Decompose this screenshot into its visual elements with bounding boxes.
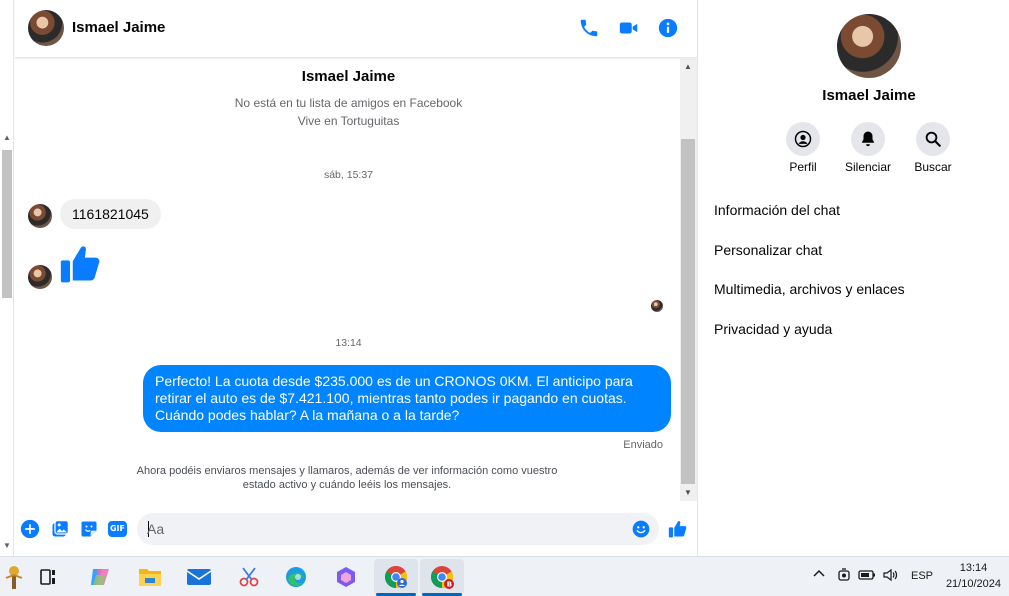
clock-date: 21/10/2024 — [945, 578, 1001, 590]
chat-scrollbar[interactable]: ▲ ▼ — [680, 59, 697, 501]
seen-indicator-avatar — [651, 300, 663, 312]
scroll-up-arrow-icon[interactable]: ▲ — [3, 134, 11, 142]
menu-media-files-links[interactable]: Multimedia, archivos y enlaces — [714, 281, 905, 297]
search-button[interactable]: Buscar — [898, 122, 968, 174]
sender-avatar[interactable] — [28, 265, 52, 289]
intro-friend-status: No está en tu lista de amigos en Faceboo… — [234, 96, 463, 110]
show-hidden-icons-chevron-icon[interactable] — [812, 567, 826, 584]
send-like-icon[interactable] — [668, 519, 688, 539]
menu-chat-info[interactable]: Información del chat — [714, 202, 840, 218]
contact-avatar[interactable] — [28, 10, 64, 46]
intro-contact-name: Ismael Jaime — [301, 68, 396, 85]
delivery-status: Enviado — [623, 439, 663, 451]
incoming-message-bubble[interactable]: 1161821045 — [60, 199, 161, 229]
svg-text:B: B — [447, 581, 452, 589]
connection-notice: Ahora podéis enviaros mensajes y llamaro… — [136, 465, 558, 491]
snipping-tool-icon[interactable] — [235, 563, 263, 591]
page-scrollbar-thumb[interactable] — [2, 150, 12, 298]
mute-button[interactable]: Silenciar — [833, 122, 903, 174]
phone-call-icon[interactable] — [578, 17, 600, 39]
plus-actions-icon[interactable] — [20, 519, 40, 539]
meet-now-icon[interactable] — [836, 567, 852, 586]
copilot-icon[interactable] — [86, 563, 114, 591]
mail-icon[interactable] — [185, 563, 213, 591]
sender-avatar[interactable] — [28, 204, 52, 228]
volume-icon[interactable] — [882, 567, 900, 586]
page-scrollbar[interactable]: ▲ ▼ — [0, 0, 14, 556]
timestamp: 13:14 — [335, 337, 362, 349]
contact-name[interactable]: Ismael Jaime — [72, 19, 165, 36]
info-contact-name[interactable]: Ismael Jaime — [698, 87, 1009, 104]
scroll-down-arrow-icon[interactable]: ▼ — [3, 542, 11, 550]
scroll-up-arrow-icon[interactable]: ▲ — [684, 63, 692, 71]
edge-browser-icon[interactable] — [282, 563, 310, 591]
profile-label: Perfil — [789, 160, 817, 174]
profile-icon — [794, 130, 812, 148]
battery-icon[interactable] — [858, 567, 876, 586]
mute-label: Silenciar — [844, 160, 892, 174]
chat-scrollbar-thumb[interactable] — [681, 139, 695, 484]
menu-customize-chat[interactable]: Personalizar chat — [714, 242, 822, 258]
bell-icon — [862, 131, 874, 147]
message-composer: GIF — [15, 502, 697, 556]
sticker-icon[interactable] — [79, 519, 99, 539]
profile-button[interactable]: Perfil — [768, 122, 838, 174]
info-avatar[interactable] — [837, 14, 901, 78]
file-explorer-icon[interactable] — [136, 563, 164, 591]
photo-attach-icon[interactable] — [50, 519, 70, 539]
widgets-icon[interactable] — [0, 563, 28, 591]
chrome-profile-icon[interactable] — [382, 563, 410, 591]
search-label: Buscar — [914, 160, 952, 174]
timestamp: sáb, 15:37 — [323, 169, 374, 181]
intro-location: Vive en Tortuguitas — [297, 114, 400, 128]
task-view-icon[interactable] — [34, 563, 62, 591]
screen: ▲ ▼ Ismael Jaime Ismael Jaime No está en… — [0, 0, 1009, 596]
input-language-indicator[interactable]: ESP — [911, 570, 933, 582]
system-clock[interactable]: 13:14 21/10/2024 — [946, 560, 1001, 592]
scroll-down-arrow-icon[interactable]: ▼ — [684, 489, 692, 497]
thumbs-up-sticker-icon[interactable] — [59, 242, 103, 286]
search-icon — [925, 131, 941, 147]
info-icon[interactable] — [657, 17, 679, 39]
chat-pane: Ismael Jaime Ismael Jaime No está en tu … — [15, 0, 697, 556]
video-call-icon[interactable] — [618, 17, 640, 39]
message-input[interactable] — [147, 513, 617, 545]
chrome-profile-b-icon[interactable]: B — [428, 563, 456, 591]
gif-button[interactable]: GIF — [108, 521, 127, 537]
message-list[interactable]: Ismael Jaime No está en tu lista de amig… — [15, 59, 682, 501]
menu-privacy-help[interactable]: Privacidad y ayuda — [714, 321, 832, 337]
chat-header: Ismael Jaime — [15, 0, 697, 58]
message-input-wrapper[interactable] — [137, 513, 659, 545]
clock-time: 13:14 — [959, 562, 988, 574]
emoji-icon[interactable] — [631, 519, 651, 539]
outgoing-message-bubble[interactable]: Perfecto! La cuota desde $235.000 es de … — [143, 365, 671, 432]
conversation-info-panel: Ismael Jaime Perfil Silenciar Buscar Inf… — [697, 0, 1009, 556]
windows-taskbar: B ESP 13:14 21/10/2024 — [0, 556, 1009, 596]
copilot-app-icon[interactable] — [332, 563, 360, 591]
